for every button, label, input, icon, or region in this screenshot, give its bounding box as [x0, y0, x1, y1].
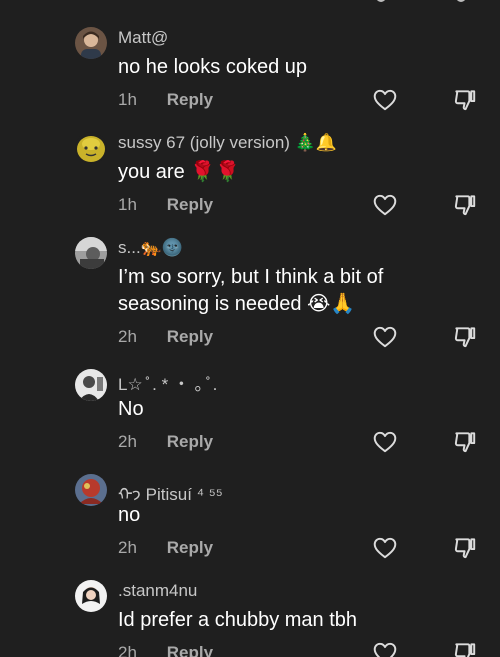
- comment-time: 2h: [118, 538, 137, 557]
- heart-icon: [373, 194, 397, 216]
- previous-comment-remnant: [0, 0, 500, 6]
- comment-time: 2h: [118, 432, 137, 451]
- heart-icon: [373, 89, 397, 111]
- comment-time: 1h: [118, 195, 137, 214]
- heart-icon: [376, 0, 386, 2]
- dislike-button[interactable]: [451, 323, 479, 351]
- thumbs-down-icon: [454, 90, 476, 111]
- comment-time: 2h: [118, 643, 137, 657]
- comment-time: 2h: [118, 327, 137, 346]
- reply-button[interactable]: Reply: [167, 90, 213, 109]
- comment-username[interactable]: s...🐅🌚: [118, 238, 183, 258]
- reply-button[interactable]: Reply: [167, 432, 213, 451]
- thumbs-down-icon: [454, 432, 476, 453]
- avatar[interactable]: [75, 27, 107, 59]
- thumbs-down-icon: [454, 643, 476, 657]
- heart-icon: [373, 326, 397, 348]
- dislike-button[interactable]: [451, 428, 479, 456]
- comment-username[interactable]: Matt@: [118, 28, 168, 48]
- reply-button[interactable]: Reply: [167, 195, 213, 214]
- heart-icon: [373, 431, 397, 453]
- comment-time: 1h: [118, 90, 137, 109]
- comment-text: you are 🌹🌹: [118, 161, 241, 183]
- avatar[interactable]: [75, 474, 107, 506]
- comment-username[interactable]: .stanm4nu: [118, 581, 197, 601]
- reply-button[interactable]: Reply: [167, 538, 213, 557]
- heart-icon: [373, 642, 397, 657]
- thumbs-down-icon: [454, 195, 476, 216]
- comment-username[interactable]: L☆ ̊ . * ・ ｡ ̊ .: [118, 370, 217, 395]
- like-button[interactable]: [371, 639, 399, 657]
- dislike-button[interactable]: [451, 534, 479, 562]
- reply-button[interactable]: Reply: [167, 327, 213, 346]
- comment-text: Id prefer a chubby man tbh: [118, 609, 358, 631]
- avatar[interactable]: [75, 132, 107, 164]
- like-button[interactable]: [371, 534, 399, 562]
- comment-username[interactable]: sussy 67 (jolly version) 🎄🔔: [118, 133, 337, 153]
- dislike-button[interactable]: [451, 639, 479, 657]
- comments-screen: Matt@ no he looks coked up 1h Reply suss…: [0, 0, 500, 657]
- like-button[interactable]: [371, 86, 399, 114]
- thumbs-down-icon: [454, 327, 476, 348]
- avatar[interactable]: [75, 580, 107, 612]
- avatar[interactable]: [75, 237, 107, 269]
- dislike-button[interactable]: [451, 191, 479, 219]
- like-button[interactable]: [371, 428, 399, 456]
- like-button[interactable]: [371, 191, 399, 219]
- avatar[interactable]: [75, 369, 107, 401]
- heart-icon: [373, 537, 397, 559]
- comment-text: no: [118, 504, 141, 526]
- comment-text: No: [118, 398, 144, 420]
- comment-text: no he looks coked up: [118, 56, 308, 78]
- comment-text: I’m so sorry, but I think a bit of seaso…: [118, 266, 384, 315]
- thumbs-down-icon: [456, 0, 466, 2]
- dislike-button[interactable]: [451, 86, 479, 114]
- like-button[interactable]: [371, 323, 399, 351]
- thumbs-down-icon: [454, 538, 476, 559]
- reply-button[interactable]: Reply: [167, 643, 213, 657]
